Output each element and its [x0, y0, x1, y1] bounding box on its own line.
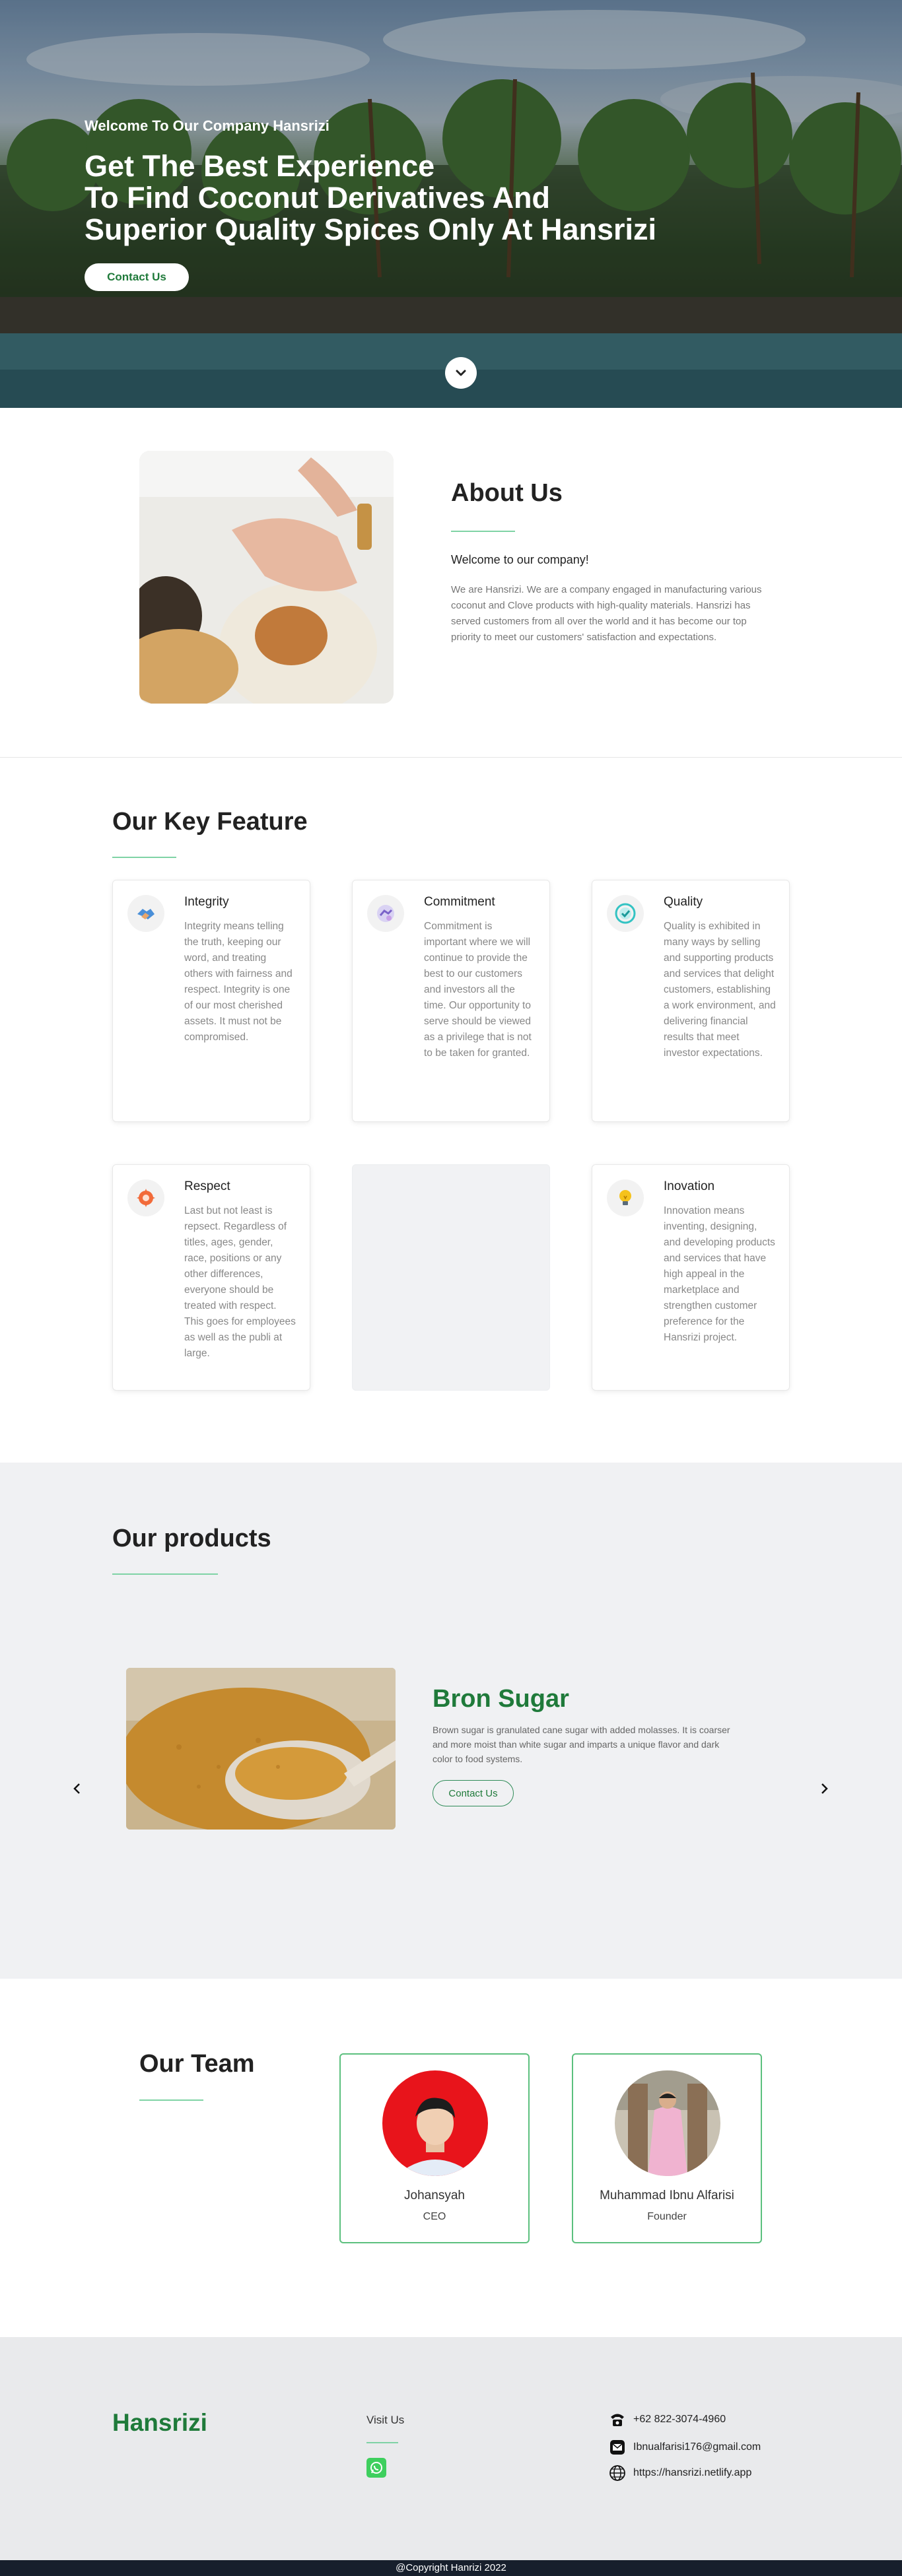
chevron-down-icon [456, 370, 466, 376]
contact-website[interactable]: https://hansrizi.netlify.app [608, 2464, 751, 2482]
team-card: Johansyah CEO [339, 2053, 530, 2243]
quality-check-icon [607, 895, 644, 932]
phone-number: +62 822-3074-4960 [633, 2414, 726, 2425]
feature-text: Integrity means telling the truth, keepi… [184, 921, 293, 1043]
commitment-icon [367, 895, 404, 932]
feature-card-placeholder [352, 1164, 550, 1391]
about-title: About Us [451, 479, 563, 507]
hero-subtitle: Welcome To Our Company Hansrizi [85, 117, 330, 134]
chevron-right-icon [821, 1783, 828, 1794]
team-member-role: CEO [423, 2211, 446, 2222]
team-member-name: Muhammad Ibnu Alfarisi [600, 2189, 734, 2202]
hero-title-line: Superior Quality Spices Only At Hansrizi [85, 213, 657, 246]
chevron-left-icon [73, 1783, 80, 1794]
feature-card-respect: Respect Last but not least is repsect. R… [112, 1164, 310, 1391]
lightbulb-icon [607, 1179, 644, 1216]
scroll-down-button[interactable] [445, 357, 477, 389]
hero-title-line: Get The Best Experience [85, 149, 435, 183]
team-card: Muhammad Ibnu Alfarisi Founder [572, 2053, 762, 2243]
hero-title-line: To Find Coconut Derivatives And [85, 181, 551, 215]
hero-title: Get The Best Experience To Find Coconut … [85, 150, 811, 246]
footer-brand[interactable]: Hansrizi [112, 2409, 207, 2437]
feature-text: Commitment is important where we will co… [424, 921, 532, 1059]
about-title-underline [451, 531, 515, 532]
products-title-underline [112, 1573, 218, 1575]
contact-phone[interactable]: +62 822-3074-4960 [608, 2410, 726, 2429]
feature-card-commitment: Commitment Commitment is important where… [352, 880, 550, 1122]
whatsapp-link[interactable] [366, 2458, 386, 2478]
team-title: Our Team [139, 2050, 255, 2078]
feature-card-integrity: Integrity Integrity means telling the tr… [112, 880, 310, 1122]
features-title-underline [112, 857, 176, 858]
visit-us-label: Visit Us [366, 2414, 405, 2426]
avatar [382, 2070, 488, 2176]
product-contact-button[interactable]: Contact Us [433, 1780, 514, 1806]
hero-contact-button[interactable]: Contact Us [85, 263, 189, 291]
handshake-icon [127, 895, 164, 932]
respect-icon [127, 1179, 164, 1216]
features-title: Our Key Feature [112, 808, 308, 836]
feature-title: Commitment [424, 895, 495, 909]
feature-text: Quality is exhibited in many ways by sel… [664, 921, 776, 1059]
contact-email[interactable]: Ibnualfarisi176@gmail.com [608, 2438, 761, 2457]
copyright-bar: @Copyright Hanrizi 2022 [0, 2560, 902, 2576]
product-description: Brown sugar is granulated cane sugar wit… [433, 1725, 730, 1764]
team-title-underline [139, 2099, 203, 2101]
visit-us-underline [366, 2442, 398, 2443]
about-text: We are Hansrizi. We are a company engage… [451, 584, 762, 643]
feature-text: Last but not least is repsect. Regardles… [184, 1205, 296, 1359]
website-url: https://hansrizi.netlify.app [633, 2467, 752, 2478]
avatar [615, 2070, 720, 2176]
footer-background [0, 2337, 902, 2560]
globe-icon [608, 2464, 627, 2482]
feature-title: Inovation [664, 1179, 715, 1193]
carousel-prev-button[interactable] [65, 1777, 89, 1800]
telephone-icon [608, 2410, 627, 2429]
products-title: Our products [112, 1525, 271, 1552]
carousel-next-button[interactable] [812, 1777, 836, 1800]
feature-card-quality: Quality Quality is exhibited in many way… [592, 880, 790, 1122]
feature-card-inovation: Inovation Innovation means inventing, de… [592, 1164, 790, 1391]
feature-text: Innovation means inventing, designing, a… [664, 1205, 775, 1343]
about-welcome: Welcome to our company! [451, 553, 589, 566]
product-name: Bron Sugar [433, 1685, 569, 1713]
product-image [126, 1668, 396, 1830]
feature-title: Integrity [184, 895, 229, 909]
whatsapp-icon [370, 2462, 382, 2474]
about-image [139, 451, 394, 704]
team-member-name: Johansyah [404, 2189, 465, 2202]
feature-title: Quality [664, 895, 703, 909]
email-address: Ibnualfarisi176@gmail.com [633, 2441, 761, 2453]
email-icon [608, 2438, 627, 2457]
feature-title: Respect [184, 1179, 230, 1193]
team-member-role: Founder [647, 2211, 687, 2222]
section-divider [0, 757, 902, 758]
hero-banner: Welcome To Our Company Hansrizi Get The … [0, 0, 902, 408]
